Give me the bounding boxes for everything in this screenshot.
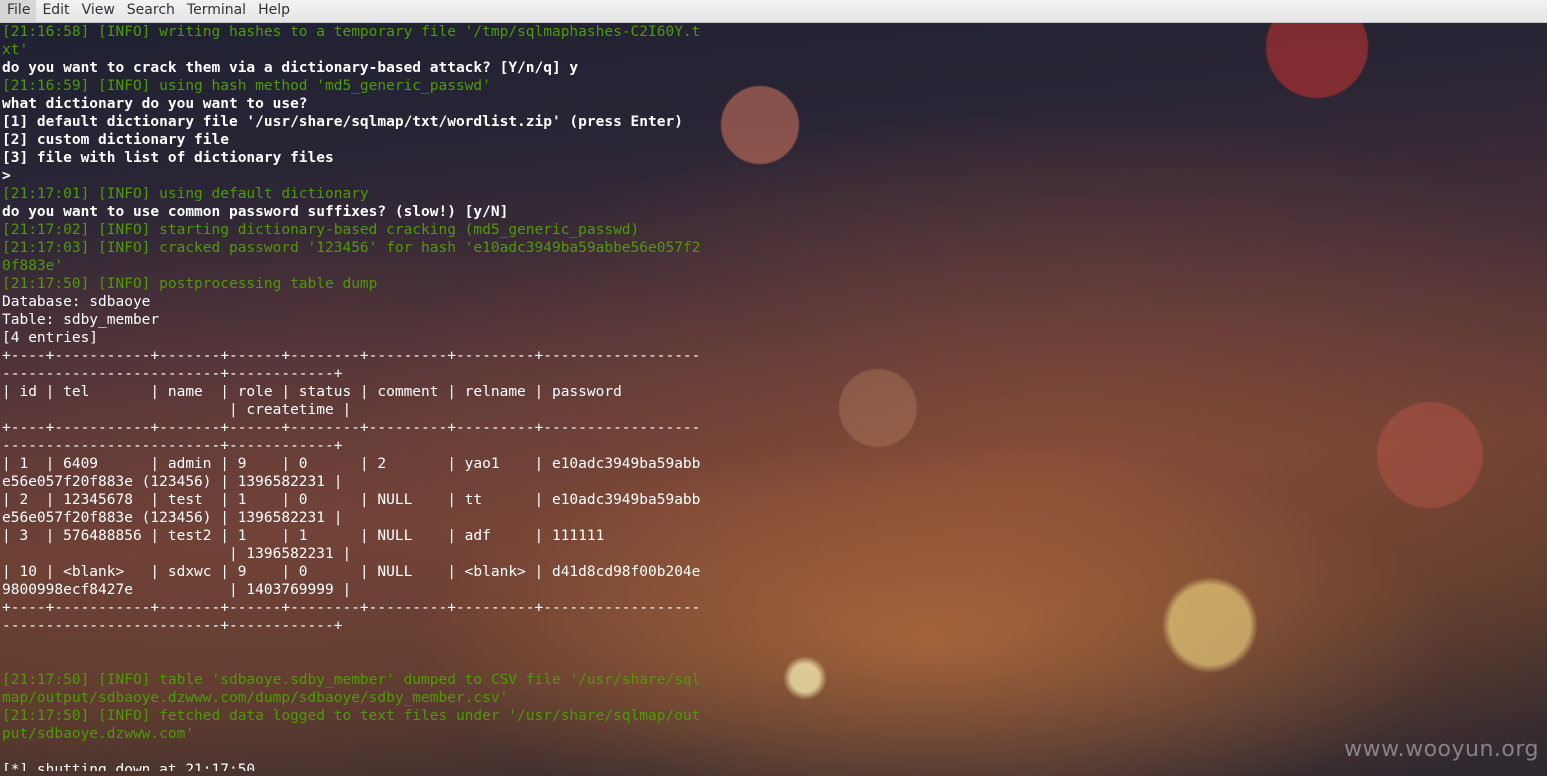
terminal-line: | createtime | — [2, 402, 352, 418]
terminal-line: -------------------------+------------+ — [2, 618, 343, 634]
terminal-line: what dictionary do you want to use? — [2, 96, 308, 112]
terminal-line: | 1396582231 | — [2, 546, 352, 562]
terminal-line: | 1 | 6409 | admin | 9 | 0 | 2 | yao1 | … — [2, 456, 701, 472]
terminal-line: [4 entries] — [2, 330, 99, 346]
menu-file[interactable]: File — [0, 0, 37, 22]
terminal-line: | 3 | 576488856 | test2 | 1 | 1 | NULL |… — [2, 528, 605, 544]
terminal-line: map/output/sdbaoye.dzwww.com/dump/sdbaoy… — [2, 690, 509, 706]
terminal-line: [21:17:03] [INFO] cracked password '1234… — [2, 240, 701, 256]
terminal-line: +----+-----------+-------+------+-------… — [2, 348, 701, 364]
terminal-line: [*] shutting down at 21:17:50 — [2, 762, 256, 771]
menu-edit[interactable]: Edit — [36, 0, 75, 22]
menu-search[interactable]: Search — [121, 0, 181, 22]
terminal-line: -------------------------+------------+ — [2, 366, 343, 382]
terminal-line: > — [2, 168, 11, 184]
terminal-line: [1] default dictionary file '/usr/share/… — [2, 114, 683, 130]
terminal-output[interactable]: [21:16:58] [INFO] writing hashes to a te… — [2, 23, 742, 771]
terminal-line: [21:16:58] [INFO] writing hashes to a te… — [2, 24, 701, 40]
terminal-line: [21:17:01] [INFO] using default dictiona… — [2, 186, 369, 202]
menu-bar: File Edit View Search Terminal Help — [0, 0, 1547, 23]
terminal-line: [21:16:59] [INFO] using hash method 'md5… — [2, 78, 491, 94]
terminal-line: 0f883e' — [2, 258, 64, 274]
menu-terminal[interactable]: Terminal — [181, 0, 252, 22]
terminal-line: | 10 | <blank> | sdxwc | 9 | 0 | NULL | … — [2, 564, 701, 580]
menu-help[interactable]: Help — [252, 0, 296, 22]
terminal-line: [21:17:50] [INFO] fetched data logged to… — [2, 708, 701, 724]
terminal-line: [3] file with list of dictionary files — [2, 150, 334, 166]
watermark: www.wooyun.org — [1344, 737, 1539, 762]
terminal-line: Table: sdby_member — [2, 312, 160, 328]
terminal-line: [21:17:50] [INFO] table 'sdbaoye.sdby_me… — [2, 672, 701, 688]
terminal-line: e56e057f20f883e (123456) | 1396582231 | — [2, 474, 343, 490]
terminal-line: +----+-----------+-------+------+-------… — [2, 600, 701, 616]
terminal-line: put/sdbaoye.dzwww.com' — [2, 726, 195, 742]
terminal-line: [21:17:02] [INFO] starting dictionary-ba… — [2, 222, 640, 238]
terminal-line: | id | tel | name | role | status | comm… — [2, 384, 622, 400]
terminal-line: e56e057f20f883e (123456) | 1396582231 | — [2, 510, 343, 526]
terminal-line: | 2 | 12345678 | test | 1 | 0 | NULL | t… — [2, 492, 701, 508]
terminal-line: 9800998ecf8427e | 1403769999 | — [2, 582, 352, 598]
terminal-line: [2] custom dictionary file — [2, 132, 229, 148]
terminal-line: Database: sdbaoye — [2, 294, 151, 310]
menu-view[interactable]: View — [76, 0, 121, 22]
terminal-line: do you want to use common password suffi… — [2, 204, 509, 220]
terminal-line: +----+-----------+-------+------+-------… — [2, 420, 701, 436]
terminal-line: [21:17:50] [INFO] postprocessing table d… — [2, 276, 378, 292]
terminal-line: -------------------------+------------+ — [2, 438, 343, 454]
terminal-line: xt' — [2, 42, 29, 58]
terminal-line: do you want to crack them via a dictiona… — [2, 60, 579, 76]
